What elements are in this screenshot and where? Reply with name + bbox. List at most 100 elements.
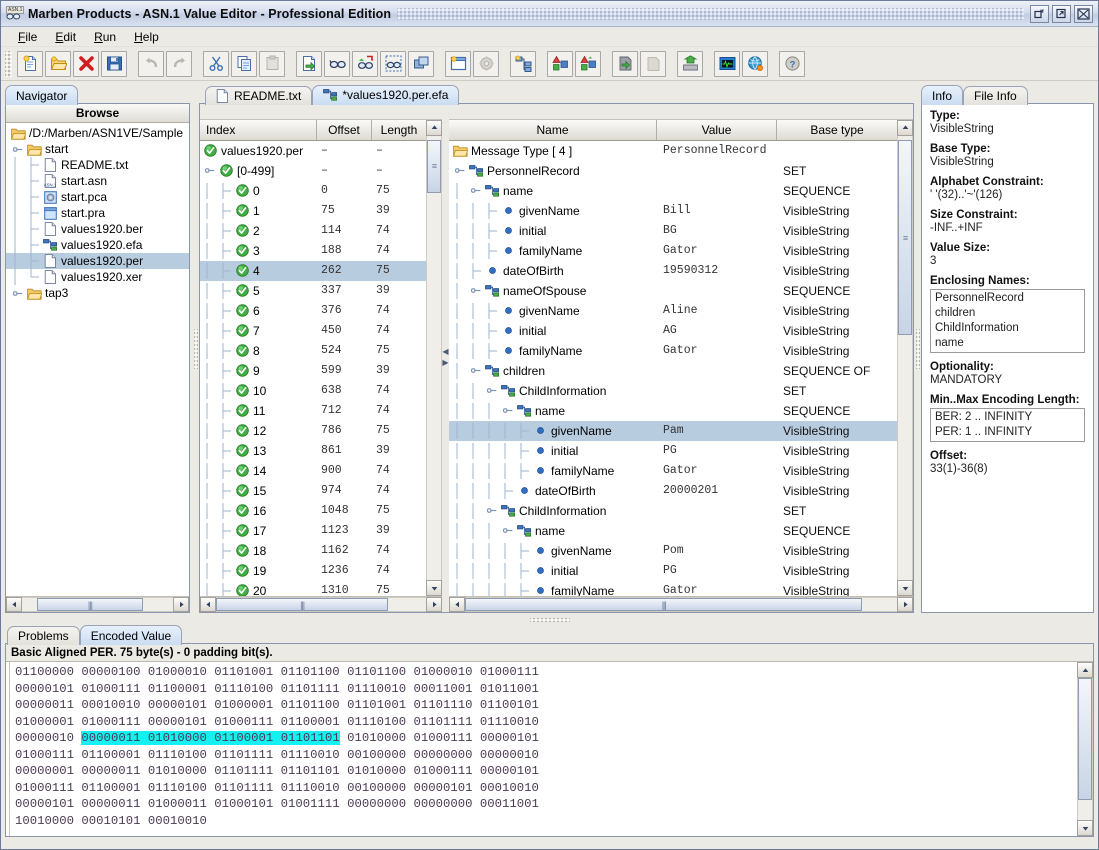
- info-field-list[interactable]: BER: 2 .. INFINITY PER: 1 .. INFINITY: [930, 408, 1085, 442]
- value-scroll-down-button[interactable]: [897, 580, 913, 596]
- tree-collapse-handle[interactable]: [500, 525, 516, 536]
- index-grid-row[interactable]: 17 1123 39: [200, 521, 426, 541]
- select-view-button[interactable]: [380, 50, 406, 77]
- navigator-tree-item[interactable]: ASN.1 start.asn: [6, 173, 189, 189]
- hex-line[interactable]: 00000101 00000011 01000011 01000101 0100…: [15, 796, 1077, 813]
- value-cell[interactable]: Bill: [657, 204, 777, 217]
- value-grid-row[interactable]: givenName Bill VisibleString: [449, 201, 897, 221]
- column-header-offset[interactable]: Offset: [317, 119, 372, 140]
- navigator-tree-item[interactable]: values1920.per: [6, 253, 189, 269]
- index-hscroll-track[interactable]: |||: [216, 597, 426, 612]
- splitter-collapse-left-icon[interactable]: ◀: [442, 348, 449, 357]
- schema-tree-button[interactable]: [510, 50, 536, 77]
- index-grid-row[interactable]: 16 1048 75: [200, 501, 426, 521]
- value-hscroll-thumb[interactable]: |||: [465, 598, 863, 611]
- import-button[interactable]: [296, 50, 322, 77]
- index-grid-row[interactable]: 15 974 74: [200, 481, 426, 501]
- hex-line[interactable]: 01000001 01000111 00000101 01000111 0110…: [15, 714, 1077, 731]
- tree-collapse-handle[interactable]: [484, 505, 500, 516]
- value-cell[interactable]: Pam: [657, 424, 777, 437]
- browse-column-header[interactable]: Browse: [6, 104, 189, 123]
- value-cell[interactable]: AG: [657, 324, 777, 337]
- value-grid-row[interactable]: dateOfBirth 20000201 VisibleString: [449, 481, 897, 501]
- value-grid-row[interactable]: givenName Aline VisibleString: [449, 301, 897, 321]
- hex-line[interactable]: 00000001 00000011 01010000 01101111 0110…: [15, 763, 1077, 780]
- value-cell[interactable]: 20000201: [657, 484, 777, 497]
- value-cell[interactable]: PersonnelRecord: [657, 144, 777, 157]
- value-grid-row[interactable]: name SEQUENCE: [449, 521, 897, 541]
- navigator-hscroll-thumb[interactable]: |||: [37, 598, 143, 611]
- grid-splitter[interactable]: ◀ ▶: [442, 103, 449, 612]
- index-grid-row[interactable]: 20 1310 75: [200, 581, 426, 596]
- tree-collapse-handle[interactable]: [500, 405, 516, 416]
- value-grid-row[interactable]: familyName Gator VisibleString: [449, 341, 897, 361]
- value-cell[interactable]: Gator: [657, 344, 777, 357]
- value-grid-row[interactable]: initial AG VisibleString: [449, 321, 897, 341]
- index-grid-row[interactable]: 8 524 75: [200, 341, 426, 361]
- value-grid-row[interactable]: initial BG VisibleString: [449, 221, 897, 241]
- info-field-list[interactable]: PersonnelRecord children ChildInformation n…: [930, 289, 1085, 353]
- navigator-scroll-left-button[interactable]: [6, 597, 22, 612]
- index-scroll-left-button[interactable]: [200, 597, 216, 612]
- save-button[interactable]: [101, 50, 127, 77]
- value-cell[interactable]: 19590312: [657, 264, 777, 277]
- toolbar-grip[interactable]: [5, 50, 12, 77]
- index-grid-row[interactable]: 10 638 74: [200, 381, 426, 401]
- tree-collapse-handle[interactable]: [468, 185, 484, 196]
- index-grid-row[interactable]: 9 599 39: [200, 361, 426, 381]
- navigator-tree-item[interactable]: values1920.efa: [6, 237, 189, 253]
- undo-button[interactable]: [138, 50, 164, 77]
- navigator-tree-scroll[interactable]: /D:/Marben/ASN1VE/Sample start README.txt A…: [6, 123, 189, 596]
- export-button[interactable]: [677, 50, 703, 77]
- index-scroll-up-button[interactable]: [426, 119, 442, 136]
- value-grid-row[interactable]: name SEQUENCE: [449, 181, 897, 201]
- navigator-tree-item[interactable]: tap3: [6, 285, 189, 301]
- column-header-length[interactable]: Length: [372, 120, 426, 140]
- value-grid-row[interactable]: familyName Gator VisibleString: [449, 461, 897, 481]
- index-grid-row[interactable]: 13 861 39: [200, 441, 426, 461]
- index-grid-row[interactable]: 2 114 74: [200, 221, 426, 241]
- value-scroll-up-button[interactable]: [897, 119, 913, 136]
- index-vscroll-thumb[interactable]: ≡: [427, 139, 441, 194]
- value-cell[interactable]: Gator: [657, 584, 777, 596]
- info-tab[interactable]: File Info: [963, 86, 1028, 105]
- editor-tab[interactable]: *values1920.per.efa: [312, 84, 460, 105]
- index-hscroll-thumb[interactable]: |||: [216, 598, 389, 611]
- value-cell[interactable]: PG: [657, 444, 777, 457]
- navigator-tree-item[interactable]: start.pra: [6, 205, 189, 221]
- navigator-tree-item[interactable]: start: [6, 141, 189, 157]
- value-cell[interactable]: PG: [657, 564, 777, 577]
- value-cell[interactable]: Gator: [657, 464, 777, 477]
- tree-collapse-handle[interactable]: [452, 165, 468, 176]
- index-scroll-down-button[interactable]: [426, 580, 442, 596]
- tree-collapse-handle[interactable]: [202, 165, 218, 176]
- tab-navigator[interactable]: Navigator: [5, 85, 79, 105]
- hex-vscrollbar[interactable]: [1077, 662, 1093, 836]
- menu-file[interactable]: File: [9, 28, 46, 46]
- index-scroll-right-button[interactable]: [426, 597, 442, 612]
- index-grid-row[interactable]: 4 262 75: [200, 260, 426, 281]
- hex-line[interactable]: 01000111 01100001 01110100 01101111 0111…: [15, 747, 1077, 764]
- column-header-basetype[interactable]: Base type: [777, 120, 897, 140]
- load-value-button[interactable]: [640, 50, 666, 77]
- open-file-button[interactable]: [45, 50, 71, 77]
- new-file-button[interactable]: [17, 50, 43, 77]
- value-grid-vscrollbar[interactable]: ≡: [897, 119, 913, 596]
- info-tab[interactable]: Info: [921, 85, 964, 105]
- hex-line[interactable]: 01100000 00000100 01000010 01101001 0110…: [15, 664, 1077, 681]
- tree-collapse-handle[interactable]: [484, 385, 500, 396]
- value-grid-row[interactable]: dateOfBirth 19590312 VisibleString: [449, 261, 897, 281]
- settings-button[interactable]: [473, 50, 499, 77]
- navigator-tree-item[interactable]: /D:/Marben/ASN1VE/Sample: [6, 125, 189, 141]
- value-grid-row[interactable]: nameOfSpouse SEQUENCE: [449, 281, 897, 301]
- index-grid-row[interactable]: 5 337 39: [200, 281, 426, 301]
- value-grid-hscrollbar[interactable]: |||: [449, 596, 913, 612]
- index-grid-hscrollbar[interactable]: |||: [200, 596, 442, 612]
- bottom-tab[interactable]: Encoded Value: [79, 625, 183, 645]
- help-button[interactable]: ?: [779, 50, 805, 77]
- cut-button[interactable]: [203, 50, 229, 77]
- value-cell[interactable]: Aline: [657, 304, 777, 317]
- navigator-tree-item[interactable]: start.pca: [6, 189, 189, 205]
- right-splitter[interactable]: [914, 81, 921, 616]
- hex-line[interactable]: 00000010 00000011 01010000 01100001 0110…: [15, 730, 1077, 747]
